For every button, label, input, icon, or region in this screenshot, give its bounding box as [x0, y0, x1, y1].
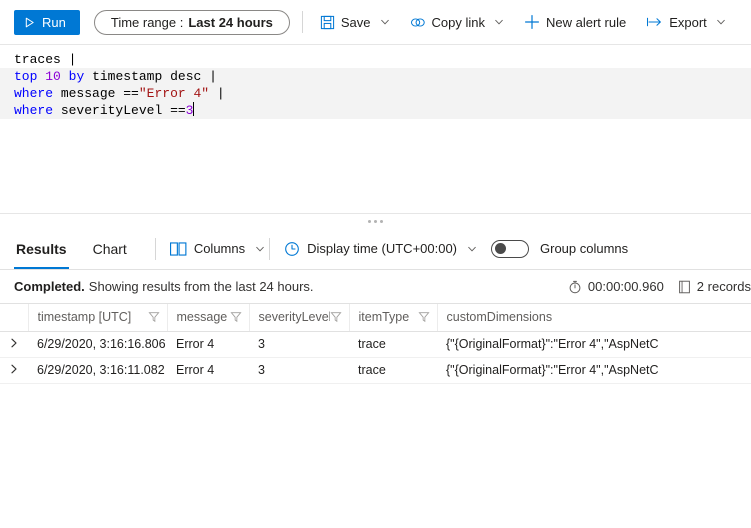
chevron-down-icon [380, 17, 390, 27]
panel-splitter[interactable] [0, 213, 751, 228]
funnel-icon[interactable] [229, 311, 242, 323]
cell-customdimensions: {"{OriginalFormat}":"Error 4","AspNetC [437, 357, 751, 384]
run-button-label: Run [42, 14, 66, 30]
link-icon [410, 15, 426, 30]
save-disk-icon [320, 15, 335, 30]
chevron-down-icon [494, 17, 504, 27]
table-header-gutter [0, 304, 29, 332]
play-icon [24, 17, 35, 28]
new-alert-rule-button[interactable]: New alert rule [519, 7, 631, 37]
funnel-icon[interactable] [147, 311, 160, 323]
results-table: timestamp [UTC] message severityLevel it… [0, 304, 751, 384]
time-range-label: Time range : [110, 14, 184, 30]
export-arrow-icon [646, 15, 663, 29]
row-expander-cell[interactable] [0, 357, 28, 384]
query-line-3[interactable]: where message =="Error 4" | [0, 85, 751, 102]
column-header-message[interactable]: message [167, 304, 250, 332]
results-toolbar: Results Chart Columns Display time (UTC+… [0, 228, 751, 270]
columns-button[interactable]: Columns [169, 241, 265, 256]
query-line-1[interactable]: traces | [0, 51, 751, 68]
save-button-label: Save [340, 14, 371, 30]
results-grid: timestamp [UTC] message severityLevel it… [0, 304, 751, 528]
cell-timestamp: 6/29/2020, 3:16:16.806 AM [28, 331, 167, 358]
query-status-bar: Completed. Showing results from the last… [0, 270, 751, 304]
tab-chart[interactable]: Chart [91, 228, 129, 269]
query-editor[interactable]: traces | top 10 by timestamp desc | wher… [0, 45, 751, 213]
status-metrics: 00:00:00.960 2 records [568, 279, 751, 294]
export-button-label: Export [669, 14, 707, 30]
cell-message: Error 4 [167, 357, 249, 384]
copy-link-button[interactable]: Copy link [405, 7, 509, 37]
display-time-label: Display time (UTC+00:00) [307, 241, 458, 256]
status-detail: Showing results from the last 24 hours. [88, 279, 314, 294]
record-count: 2 records [678, 279, 751, 294]
cell-severitylevel: 3 [249, 331, 349, 358]
log-analytics-query-app: Run Time range : Last 24 hours Save Copy… [0, 0, 751, 528]
main-toolbar: Run Time range : Last 24 hours Save Copy… [0, 0, 751, 45]
chevron-right-icon[interactable] [7, 363, 21, 377]
status-message: Completed. Showing results from the last… [14, 279, 314, 294]
cell-itemtype: trace [349, 331, 437, 358]
export-button[interactable]: Export [641, 7, 731, 37]
group-columns-toggle[interactable] [491, 239, 530, 258]
text-cursor [193, 102, 195, 116]
column-header-itemtype[interactable]: itemType [349, 304, 438, 332]
chevron-down-icon [467, 244, 477, 254]
column-header-customdimensions-label: customDimensions [446, 310, 553, 325]
drag-handle-dots-icon [368, 219, 383, 223]
toolbar-divider-1 [301, 11, 303, 33]
save-button[interactable]: Save [315, 7, 395, 37]
new-alert-rule-label: New alert rule [546, 14, 627, 30]
query-line-2[interactable]: top 10 by timestamp desc | [0, 68, 751, 85]
tab-results-label: Results [16, 240, 67, 257]
cell-message: Error 4 [167, 331, 249, 358]
group-columns-label: Group columns [540, 241, 629, 256]
cell-customdimensions: {"{OriginalFormat}":"Error 4","AspNetC [437, 331, 751, 358]
query-duration: 00:00:00.960 [568, 279, 664, 294]
column-header-itemtype-label: itemType [358, 310, 410, 325]
column-header-message-label: message [176, 310, 228, 325]
cell-severitylevel: 3 [249, 357, 349, 384]
plus-icon [524, 14, 540, 30]
table-header-row: timestamp [UTC] message severityLevel it… [0, 304, 751, 332]
clock-icon [284, 241, 300, 257]
columns-icon [169, 241, 187, 256]
results-divider-2 [269, 237, 271, 260]
columns-button-label: Columns [193, 241, 246, 256]
status-state: Completed. [14, 279, 85, 294]
time-range-value: Last 24 hours [188, 14, 273, 30]
table-row[interactable]: 6/29/2020, 3:16:11.082 AM Error 4 3 trac… [0, 357, 751, 384]
time-range-picker[interactable]: Time range : Last 24 hours [93, 9, 290, 35]
column-header-timestamp[interactable]: timestamp [UTC] [28, 304, 168, 332]
record-count-value: 2 records [696, 279, 751, 294]
funnel-icon[interactable] [417, 311, 430, 323]
column-header-severitylevel-label: severityLevel [258, 310, 330, 325]
query-duration-value: 00:00:00.960 [587, 279, 664, 294]
chevron-down-icon [716, 17, 726, 27]
records-icon [678, 280, 691, 294]
column-header-customdimensions[interactable]: customDimensions [437, 304, 751, 332]
chevron-right-icon[interactable] [7, 337, 21, 351]
chevron-down-icon [255, 244, 265, 254]
tab-results[interactable]: Results [14, 228, 69, 269]
row-expander-cell[interactable] [0, 331, 28, 358]
funnel-icon[interactable] [329, 311, 342, 323]
query-line-4[interactable]: where severityLevel ==3 [0, 102, 751, 119]
cell-itemtype: trace [349, 357, 437, 384]
results-divider-1 [154, 237, 156, 260]
column-header-timestamp-label: timestamp [UTC] [37, 310, 132, 325]
run-button[interactable]: Run [14, 9, 80, 35]
toggle-knob [495, 243, 507, 254]
column-header-severitylevel[interactable]: severityLevel [249, 304, 350, 332]
copy-link-button-label: Copy link [431, 14, 485, 30]
tab-chart-label: Chart [92, 240, 127, 257]
cell-timestamp: 6/29/2020, 3:16:11.082 AM [28, 357, 167, 384]
display-time-button[interactable]: Display time (UTC+00:00) [284, 241, 477, 257]
table-row[interactable]: 6/29/2020, 3:16:16.806 AM Error 4 3 trac… [0, 331, 751, 358]
timer-icon [568, 280, 582, 294]
